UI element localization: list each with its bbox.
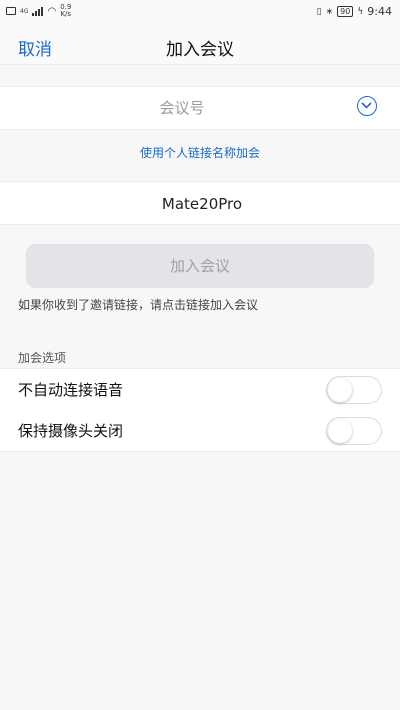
- sim-icon: [6, 7, 16, 15]
- display-name-input[interactable]: [60, 191, 344, 217]
- meeting-id-input[interactable]: [60, 95, 304, 121]
- display-name-row: [0, 181, 400, 225]
- nav-bar: 取消 加入会议: [0, 26, 400, 65]
- status-right: ▯ ∗ 90 ϟ 9:44: [317, 5, 392, 18]
- invite-hint: 如果你收到了邀请链接，请点击链接加入会议: [18, 298, 259, 312]
- option-label: 不自动连接语音: [18, 381, 124, 399]
- options-section-label: 加会选项: [18, 351, 67, 365]
- toggle-knob: [328, 419, 352, 443]
- battery-icon: 90: [337, 6, 354, 17]
- personal-link-join[interactable]: 使用个人链接名称加会: [0, 144, 400, 161]
- page-title: 加入会议: [166, 40, 234, 60]
- join-meeting-button[interactable]: 加入会议: [26, 244, 374, 288]
- toggle-camera-off[interactable]: [326, 417, 382, 445]
- option-label: 保持摄像头关闭: [18, 422, 124, 440]
- network-type: 4G: [20, 7, 29, 15]
- option-row-auto-audio: 不自动连接语音: [0, 368, 400, 411]
- charging-icon: ϟ: [357, 6, 364, 17]
- wifi-icon: ◠: [47, 5, 57, 17]
- status-bar: 4G ◠ 0.9 K/s ▯ ∗ 90 ϟ 9:44: [0, 0, 400, 26]
- status-left: 4G ◠ 0.9 K/s: [6, 4, 71, 18]
- clock: 9:44: [367, 5, 392, 18]
- history-dropdown-button[interactable]: [357, 96, 377, 116]
- toggle-auto-audio[interactable]: [326, 376, 382, 404]
- network-speed: 0.9 K/s: [60, 3, 72, 18]
- signal-icon: [32, 6, 44, 16]
- vibrate-icon: ▯: [316, 6, 322, 17]
- toggle-knob: [328, 378, 352, 402]
- meeting-id-row: [0, 86, 400, 130]
- option-row-camera-off: 保持摄像头关闭: [0, 410, 400, 452]
- chevron-down-icon: [361, 102, 372, 109]
- bluetooth-icon: ∗: [325, 6, 334, 17]
